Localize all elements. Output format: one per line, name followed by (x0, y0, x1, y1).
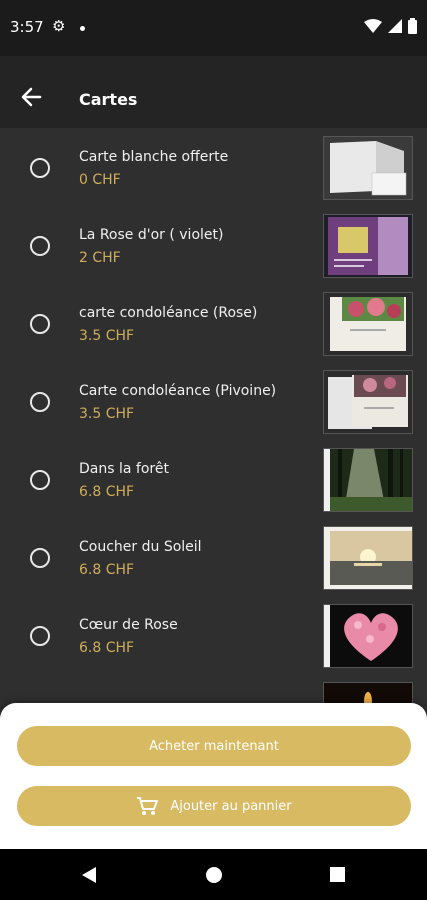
card-radio[interactable] (30, 470, 50, 490)
gear-icon: ⚙ (52, 17, 66, 35)
card-radio[interactable] (30, 236, 50, 256)
bottom-action-sheet: Acheter maintenant Ajouter au pannier (0, 703, 427, 849)
card-item-condoleance-pivoine[interactable]: Carte condoléance (Pivoine) 3.5 CHF (0, 362, 427, 440)
buy-now-label: Acheter maintenant (149, 738, 279, 754)
card-item-blank[interactable]: Carte blanche offerte 0 CHF (0, 128, 427, 206)
card-item-soleil[interactable]: Coucher du Soleil 6.8 CHF (0, 518, 427, 596)
status-time: 3:57 (10, 18, 44, 36)
card-thumbnail-foret (323, 448, 413, 512)
card-name: carte condoléance (Rose) (79, 305, 258, 321)
system-nav-bar (0, 849, 427, 900)
card-name: Coucher du Soleil (79, 539, 202, 555)
nav-recents-icon[interactable] (330, 867, 345, 882)
card-price: 2 CHF (79, 250, 121, 266)
buy-now-button[interactable]: Acheter maintenant (17, 726, 411, 766)
back-arrow-icon[interactable] (20, 86, 42, 108)
card-list: Carte blanche offerte 0 CHF La Rose d'or… (0, 128, 427, 748)
card-name: Carte blanche offerte (79, 149, 229, 165)
card-price: 6.8 CHF (79, 640, 135, 656)
nav-back-icon[interactable] (82, 867, 96, 883)
card-radio[interactable] (30, 392, 50, 412)
page-title: Cartes (79, 90, 138, 109)
card-item-condoleance-rose[interactable]: carte condoléance (Rose) 3.5 CHF (0, 284, 427, 362)
card-item-coeur-rose[interactable]: Cœur de Rose 6.8 CHF (0, 596, 427, 674)
battery-icon (408, 18, 417, 34)
add-to-cart-label: Ajouter au pannier (170, 798, 292, 814)
card-name: La Rose d'or ( violet) (79, 227, 224, 243)
cart-icon (137, 797, 159, 815)
card-price: 3.5 CHF (79, 328, 135, 344)
card-price: 6.8 CHF (79, 562, 135, 578)
nav-home-icon[interactable] (206, 867, 222, 883)
card-price: 3.5 CHF (79, 406, 135, 422)
card-price: 6.8 CHF (79, 484, 135, 500)
card-radio[interactable] (30, 626, 50, 646)
card-thumbnail-blank (323, 136, 413, 200)
card-thumbnail-condoleance-pivoine (323, 370, 413, 434)
card-item-foret[interactable]: Dans la forêt 6.8 CHF (0, 440, 427, 518)
wifi-icon (364, 19, 382, 33)
card-radio[interactable] (30, 158, 50, 178)
status-bar: 3:57 ⚙ (0, 0, 427, 56)
card-radio[interactable] (30, 314, 50, 334)
signal-icon (388, 19, 402, 33)
system-icons (364, 16, 417, 36)
card-thumbnail-rose-or (323, 214, 413, 278)
app-bar: Cartes (0, 56, 427, 128)
card-name: Dans la forêt (79, 461, 169, 477)
card-item-rose-or[interactable]: La Rose d'or ( violet) 2 CHF (0, 206, 427, 284)
card-thumbnail-condoleance-rose (323, 292, 413, 356)
notification-dot-icon (80, 26, 85, 31)
card-name: Carte condoléance (Pivoine) (79, 383, 277, 399)
card-radio[interactable] (30, 548, 50, 568)
card-thumbnail-soleil (323, 526, 413, 590)
card-name: Cœur de Rose (79, 617, 178, 633)
card-price: 0 CHF (79, 172, 121, 188)
add-to-cart-button[interactable]: Ajouter au pannier (17, 786, 411, 826)
card-thumbnail-coeur-rose (323, 604, 413, 668)
